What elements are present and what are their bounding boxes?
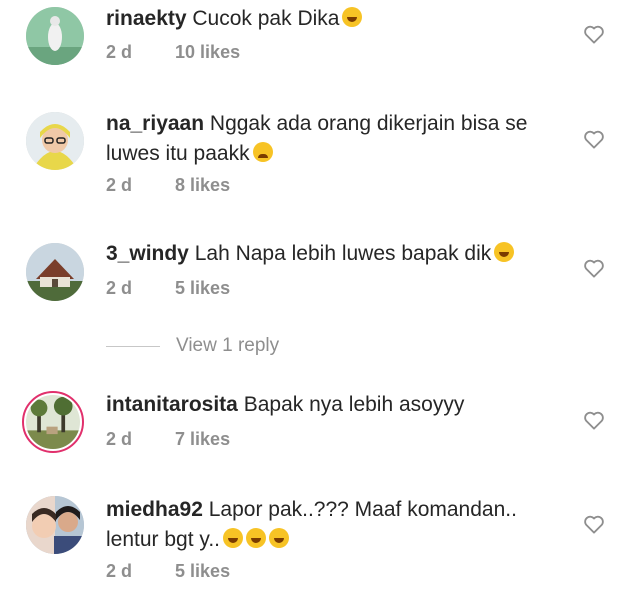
heart-icon[interactable] [583,24,605,44]
tears-of-joy-emoji-icon [494,242,515,262]
comment-meta: 2 d 7 likes [106,429,230,450]
tears-of-joy-emoji-icon [223,528,244,548]
view-replies-button[interactable]: View 1 reply [106,332,406,360]
comment-time: 2 d [106,42,133,62]
tears-of-joy-emoji-icon [246,528,267,548]
comment-time: 2 d [106,175,133,195]
crying-face-emoji-icon [252,142,273,162]
comment-text: Cucok pak Dika [192,7,340,30]
comment-likes[interactable]: 5 likes [175,278,230,298]
tears-of-joy-emoji-icon [269,528,290,548]
avatar[interactable] [26,7,84,65]
heart-icon[interactable] [583,258,605,278]
comment-body: 3_windy Lah Napa lebih luwes bapak dik [106,239,561,269]
comment-text: Bapak nya lebih asoyyy [243,393,465,416]
comment-username[interactable]: rinaekty [106,7,187,30]
comment-likes[interactable]: 8 likes [175,175,230,195]
heart-icon[interactable] [583,129,605,149]
comment-likes[interactable]: 10 likes [175,42,240,62]
comment-username[interactable]: intanitarosita [106,393,238,416]
view-replies-label[interactable]: View 1 reply [176,332,279,360]
avatar[interactable] [26,112,84,170]
heart-icon[interactable] [583,410,605,430]
comment-text: Lah Napa lebih luwes bapak dik [194,242,492,265]
comment-meta: 2 d 8 likes [106,175,230,196]
comment-body: rinaekty Cucok pak Dika [106,4,561,34]
avatar-with-story-ring[interactable] [22,391,84,453]
tears-of-joy-emoji-icon [342,7,363,27]
comment-username[interactable]: 3_windy [106,242,189,265]
heart-icon[interactable] [583,514,605,534]
divider-line [106,346,160,347]
avatar[interactable] [26,496,84,554]
comment-time: 2 d [106,278,133,298]
comment-meta: 2 d 10 likes [106,42,240,63]
comment-likes[interactable]: 7 likes [175,429,230,449]
comment-username[interactable]: miedha92 [106,498,203,521]
comment-time: 2 d [106,561,133,581]
comment-body: intanitarosita Bapak nya lebih asoyyy [106,390,561,420]
comment-time: 2 d [106,429,133,449]
avatar[interactable] [26,243,84,301]
comment-username[interactable]: na_riyaan [106,112,204,135]
comment-body: na_riyaan Nggak ada orang dikerjain bisa… [106,109,561,169]
comment-likes[interactable]: 5 likes [175,561,230,581]
comment-meta: 2 d 5 likes [106,278,230,299]
comment-body: miedha92 Lapor pak..??? Maaf komandan.. … [106,495,561,555]
comment-meta: 2 d 5 likes [106,561,230,582]
